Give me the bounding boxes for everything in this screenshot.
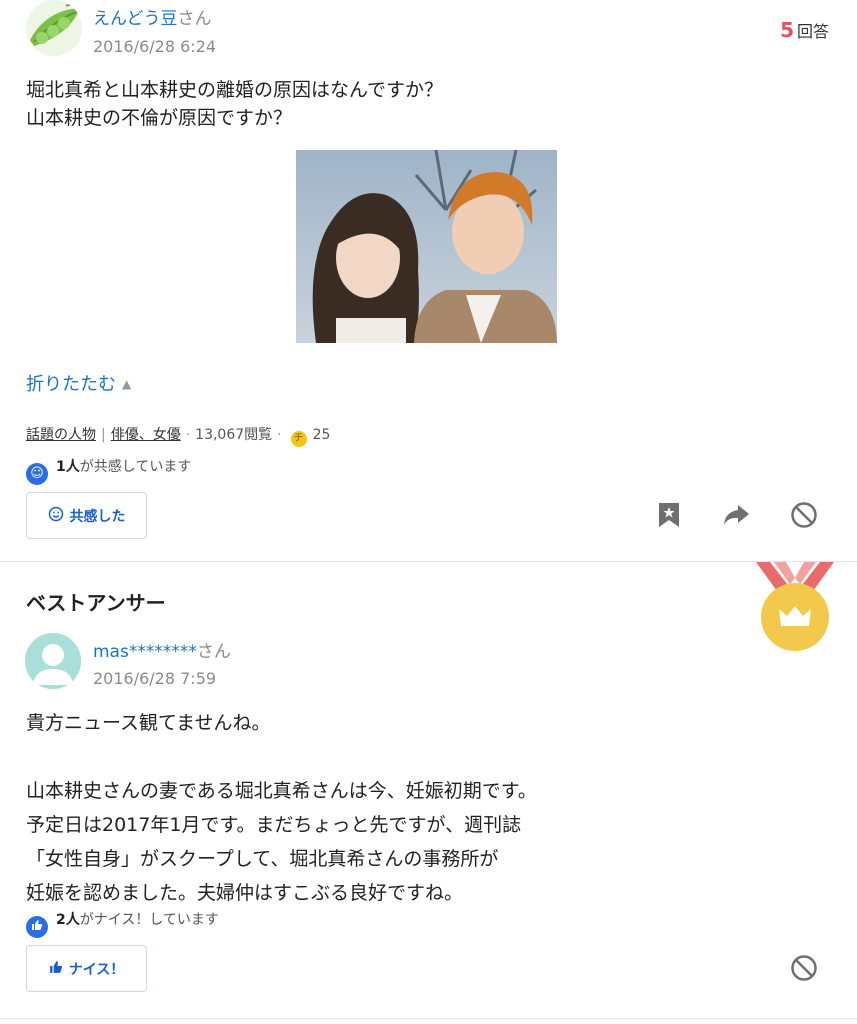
question-body: 堀北真希と山本耕史の離婚の原因はなんですか？ 山本耕史の不倫が原因ですか？ [26, 79, 444, 129]
empathy-text: が共感しています [79, 459, 192, 475]
collapse-link[interactable]: 折りたたむ ▲ [26, 370, 131, 396]
section-divider [0, 561, 857, 562]
answerer-name: mas********さん [93, 637, 231, 662]
questioner-avatar[interactable] [26, 0, 82, 56]
coin-icon: チ [290, 431, 307, 447]
question-photo[interactable] [296, 150, 557, 343]
answerer-avatar[interactable] [25, 633, 81, 689]
question-date: 2016/6/28 6:24 [93, 37, 217, 56]
category-link-1[interactable]: 話題の人物 [26, 427, 96, 443]
nice-button[interactable]: ナイス！ [26, 945, 147, 992]
answers-count-number: 5 [780, 18, 794, 42]
block-icon[interactable] [788, 952, 820, 984]
thumbs-up-outline-icon [49, 960, 63, 978]
answer-date: 2016/6/28 7:59 [93, 669, 217, 688]
empathy-count: 1人 [56, 459, 80, 475]
answers-count-label: 回答 [796, 22, 829, 41]
answerer-suffix: さん [196, 642, 231, 662]
thumbs-up-icon [26, 916, 48, 938]
empathy-status: ☺ 1人が共感しています [26, 456, 191, 485]
answer-body: 貴方ニュース観てませんね。 山本耕史さんの妻である堀北真希さんは今、妊娠初期です… [26, 712, 537, 904]
answers-count[interactable]: 5 回答 [780, 18, 829, 42]
collapse-label: 折りたたむ [26, 374, 116, 395]
questioner-name: えんどう豆さん [93, 4, 212, 29]
nice-count: 2人 [56, 912, 80, 928]
nice-text: がナイス！しています [79, 912, 219, 928]
coin-count: 25 [312, 427, 331, 443]
nice-button-label: ナイス！ [68, 961, 125, 978]
crown-medal-icon [752, 560, 838, 652]
separator: | [101, 427, 106, 443]
dot-separator: · [185, 427, 191, 443]
block-icon[interactable] [788, 499, 820, 531]
empathy-button-label: 共感した [69, 508, 126, 525]
category-link-2[interactable]: 俳優、女優 [111, 427, 181, 443]
question-meta: 話題の人物 | 俳優、女優 · 13,067閲覧 · チ 25 [26, 424, 330, 447]
caret-up-icon: ▲ [122, 377, 132, 391]
nice-status: 2人がナイス！しています [26, 909, 219, 938]
bookmark-icon[interactable] [653, 499, 685, 531]
dot-separator: · [277, 427, 282, 443]
share-icon[interactable] [720, 499, 752, 531]
smile-icon: ☺ [26, 463, 48, 485]
answerer-name-link[interactable]: mas******** [93, 642, 197, 662]
questioner-name-link[interactable]: えんどう豆 [93, 9, 178, 29]
questioner-suffix: さん [177, 9, 212, 29]
section-divider [0, 1018, 857, 1019]
empathy-button[interactable]: 共感した [26, 492, 147, 539]
best-answer-heading: ベストアンサー [26, 591, 166, 615]
view-count: 13,067閲覧 [195, 427, 273, 443]
smile-outline-icon [48, 506, 64, 526]
